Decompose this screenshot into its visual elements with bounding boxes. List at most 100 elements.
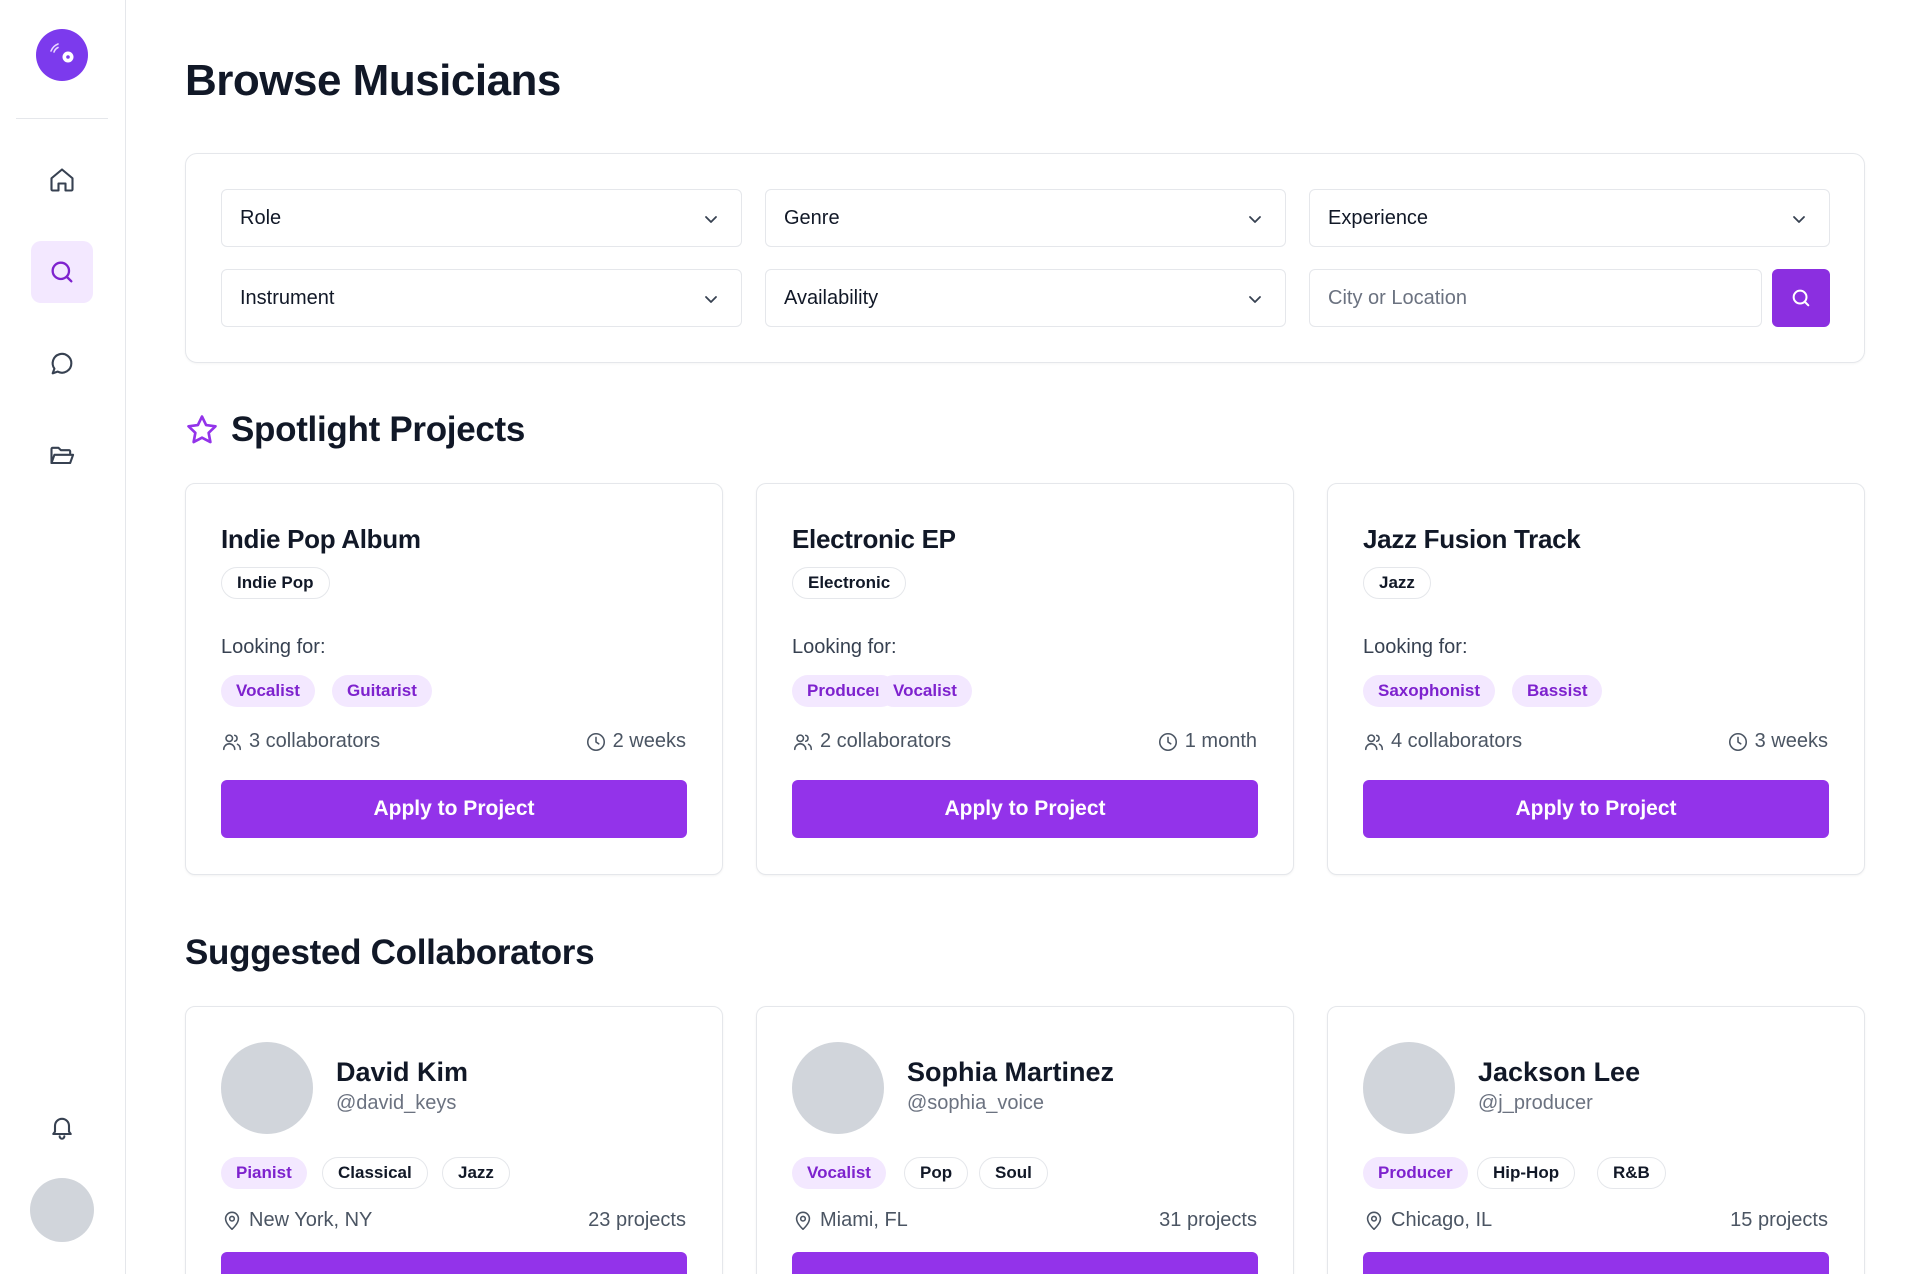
chevron-down-icon: [1249, 216, 1261, 223]
vinyl-icon: [47, 40, 77, 70]
clock-icon: [586, 732, 605, 751]
project-card: Jazz Fusion Track Jazz Looking for: Saxo…: [1327, 483, 1865, 875]
duration-text: 2 weeks: [612, 730, 686, 752]
apply-to-project-button[interactable]: Apply to Project: [221, 780, 687, 838]
experience-select-label: Experience: [1328, 206, 1429, 229]
collaborator-card: Jackson Lee @j_producer Producer Hip-Hop…: [1327, 1006, 1865, 1274]
project-title: Indie Pop Album: [221, 524, 421, 554]
project-title: Jazz Fusion Track: [1363, 524, 1581, 554]
genre-tag: Electronic: [792, 567, 907, 599]
role-tag: Vocalist: [792, 1157, 886, 1189]
genre-tag: Hip-Hop: [1477, 1157, 1576, 1189]
map-pin-icon: [795, 1211, 811, 1230]
collaborator-handle: @david_keys: [336, 1092, 457, 1114]
location-text: Chicago, IL: [1391, 1209, 1493, 1231]
role-tag: Pianist: [221, 1157, 307, 1189]
duration: 2 weeks: [585, 730, 686, 753]
location-text: Miami, FL: [820, 1209, 908, 1231]
message-icon: [51, 352, 73, 375]
project-card: Electronic EP Electronic Looking for: Pr…: [756, 483, 1294, 875]
collaborators-count: 4 collaborators: [1363, 730, 1522, 753]
connect-button[interactable]: [792, 1252, 1258, 1274]
location: New York, NY: [221, 1209, 372, 1232]
apply-to-project-button[interactable]: Apply to Project: [1363, 780, 1829, 838]
genre-tag: Soul: [979, 1157, 1048, 1189]
duration: 1 month: [1157, 730, 1257, 753]
avatar[interactable]: [221, 1042, 313, 1134]
collaborator-name[interactable]: Sophia Martinez: [907, 1057, 1114, 1088]
clock-icon: [1158, 732, 1177, 751]
connect-button[interactable]: [221, 1252, 687, 1274]
projects-count: 23 projects: [588, 1209, 686, 1231]
clock-icon: [1728, 732, 1747, 751]
role-tag: Guitarist: [332, 675, 432, 707]
avatar[interactable]: [1363, 1042, 1455, 1134]
duration-text: 3 weeks: [1754, 730, 1828, 752]
instrument-select[interactable]: Instrument: [221, 269, 742, 327]
sidebar-item-messages[interactable]: [31, 333, 93, 395]
sidebar-item-projects[interactable]: [31, 425, 93, 487]
genre-tag: Classical: [322, 1157, 428, 1189]
experience-select[interactable]: Experience: [1309, 189, 1830, 247]
chevron-down-icon: [705, 296, 717, 303]
collaborator-handle: @j_producer: [1478, 1092, 1593, 1114]
spotlight-title: Spotlight Projects: [231, 410, 526, 449]
avatar[interactable]: [792, 1042, 884, 1134]
chevron-down-icon: [1249, 296, 1261, 303]
users-icon: [222, 733, 242, 750]
genre-select[interactable]: Genre: [765, 189, 1286, 247]
project-card: Indie Pop Album Indie Pop Looking for: V…: [185, 483, 723, 875]
genre-tag: R&B: [1597, 1157, 1666, 1189]
collaborator-name[interactable]: Jackson Lee: [1478, 1057, 1640, 1088]
projects-count: 31 projects: [1159, 1209, 1257, 1231]
notifications-button[interactable]: [31, 1096, 93, 1158]
collaborators-text: 4 collaborators: [1391, 730, 1523, 752]
map-pin-icon: [224, 1211, 240, 1230]
user-avatar[interactable]: [30, 1178, 94, 1242]
search-button[interactable]: [1772, 269, 1830, 327]
genre-tag: Indie Pop: [221, 567, 330, 599]
users-icon: [1364, 733, 1384, 750]
role-tag: Bassist: [1512, 675, 1603, 707]
projects-count: 15 projects: [1730, 1209, 1828, 1231]
star-icon: [187, 415, 217, 444]
collaborators-title: Suggested Collaborators: [185, 933, 595, 972]
users-icon: [793, 733, 813, 750]
looking-for-label: Looking for:: [1363, 636, 1468, 658]
bell-icon: [52, 1117, 72, 1140]
duration: 3 weeks: [1727, 730, 1828, 753]
role-tag: Saxophonist: [1363, 675, 1496, 707]
genre-tag: Pop: [904, 1157, 969, 1189]
apply-to-project-button[interactable]: Apply to Project: [792, 780, 1258, 838]
collaborator-handle: @sophia_voice: [907, 1092, 1045, 1114]
collaborators-text: 2 collaborators: [820, 730, 952, 752]
collaborator-card: Sophia Martinez @sophia_voice Vocalist P…: [756, 1006, 1294, 1274]
sidebar-item-home[interactable]: [31, 149, 93, 211]
app-logo[interactable]: [36, 29, 88, 81]
looking-for-label: Looking for:: [792, 636, 897, 658]
search-icon: [1792, 289, 1810, 307]
sidebar-divider: [16, 118, 108, 119]
availability-select-label: Availability: [784, 286, 879, 309]
genre-tag: Jazz: [1363, 567, 1431, 599]
location-input-placeholder: City or Location: [1328, 286, 1467, 309]
connect-button[interactable]: [1363, 1252, 1829, 1274]
sidebar: [0, 0, 126, 1274]
location-input[interactable]: City or Location: [1309, 269, 1762, 327]
collaborator-name[interactable]: David Kim: [336, 1057, 468, 1088]
folder-icon: [50, 446, 75, 465]
search-icon: [51, 261, 73, 283]
collaborator-card: David Kim @david_keys Pianist Classical …: [185, 1006, 723, 1274]
role-tag: Vocalist: [878, 675, 972, 707]
collaborators-text: 3 collaborators: [249, 730, 381, 752]
page-title: Browse Musicians: [185, 56, 561, 105]
role-select[interactable]: Role: [221, 189, 742, 247]
availability-select[interactable]: Availability: [765, 269, 1286, 327]
home-icon: [50, 168, 74, 192]
looking-for-label: Looking for:: [221, 636, 326, 658]
genre-select-label: Genre: [784, 206, 840, 229]
map-pin-icon: [1366, 1211, 1382, 1230]
location: Chicago, IL: [1363, 1209, 1492, 1232]
sidebar-item-search[interactable]: [31, 241, 93, 303]
location: Miami, FL: [792, 1209, 908, 1232]
